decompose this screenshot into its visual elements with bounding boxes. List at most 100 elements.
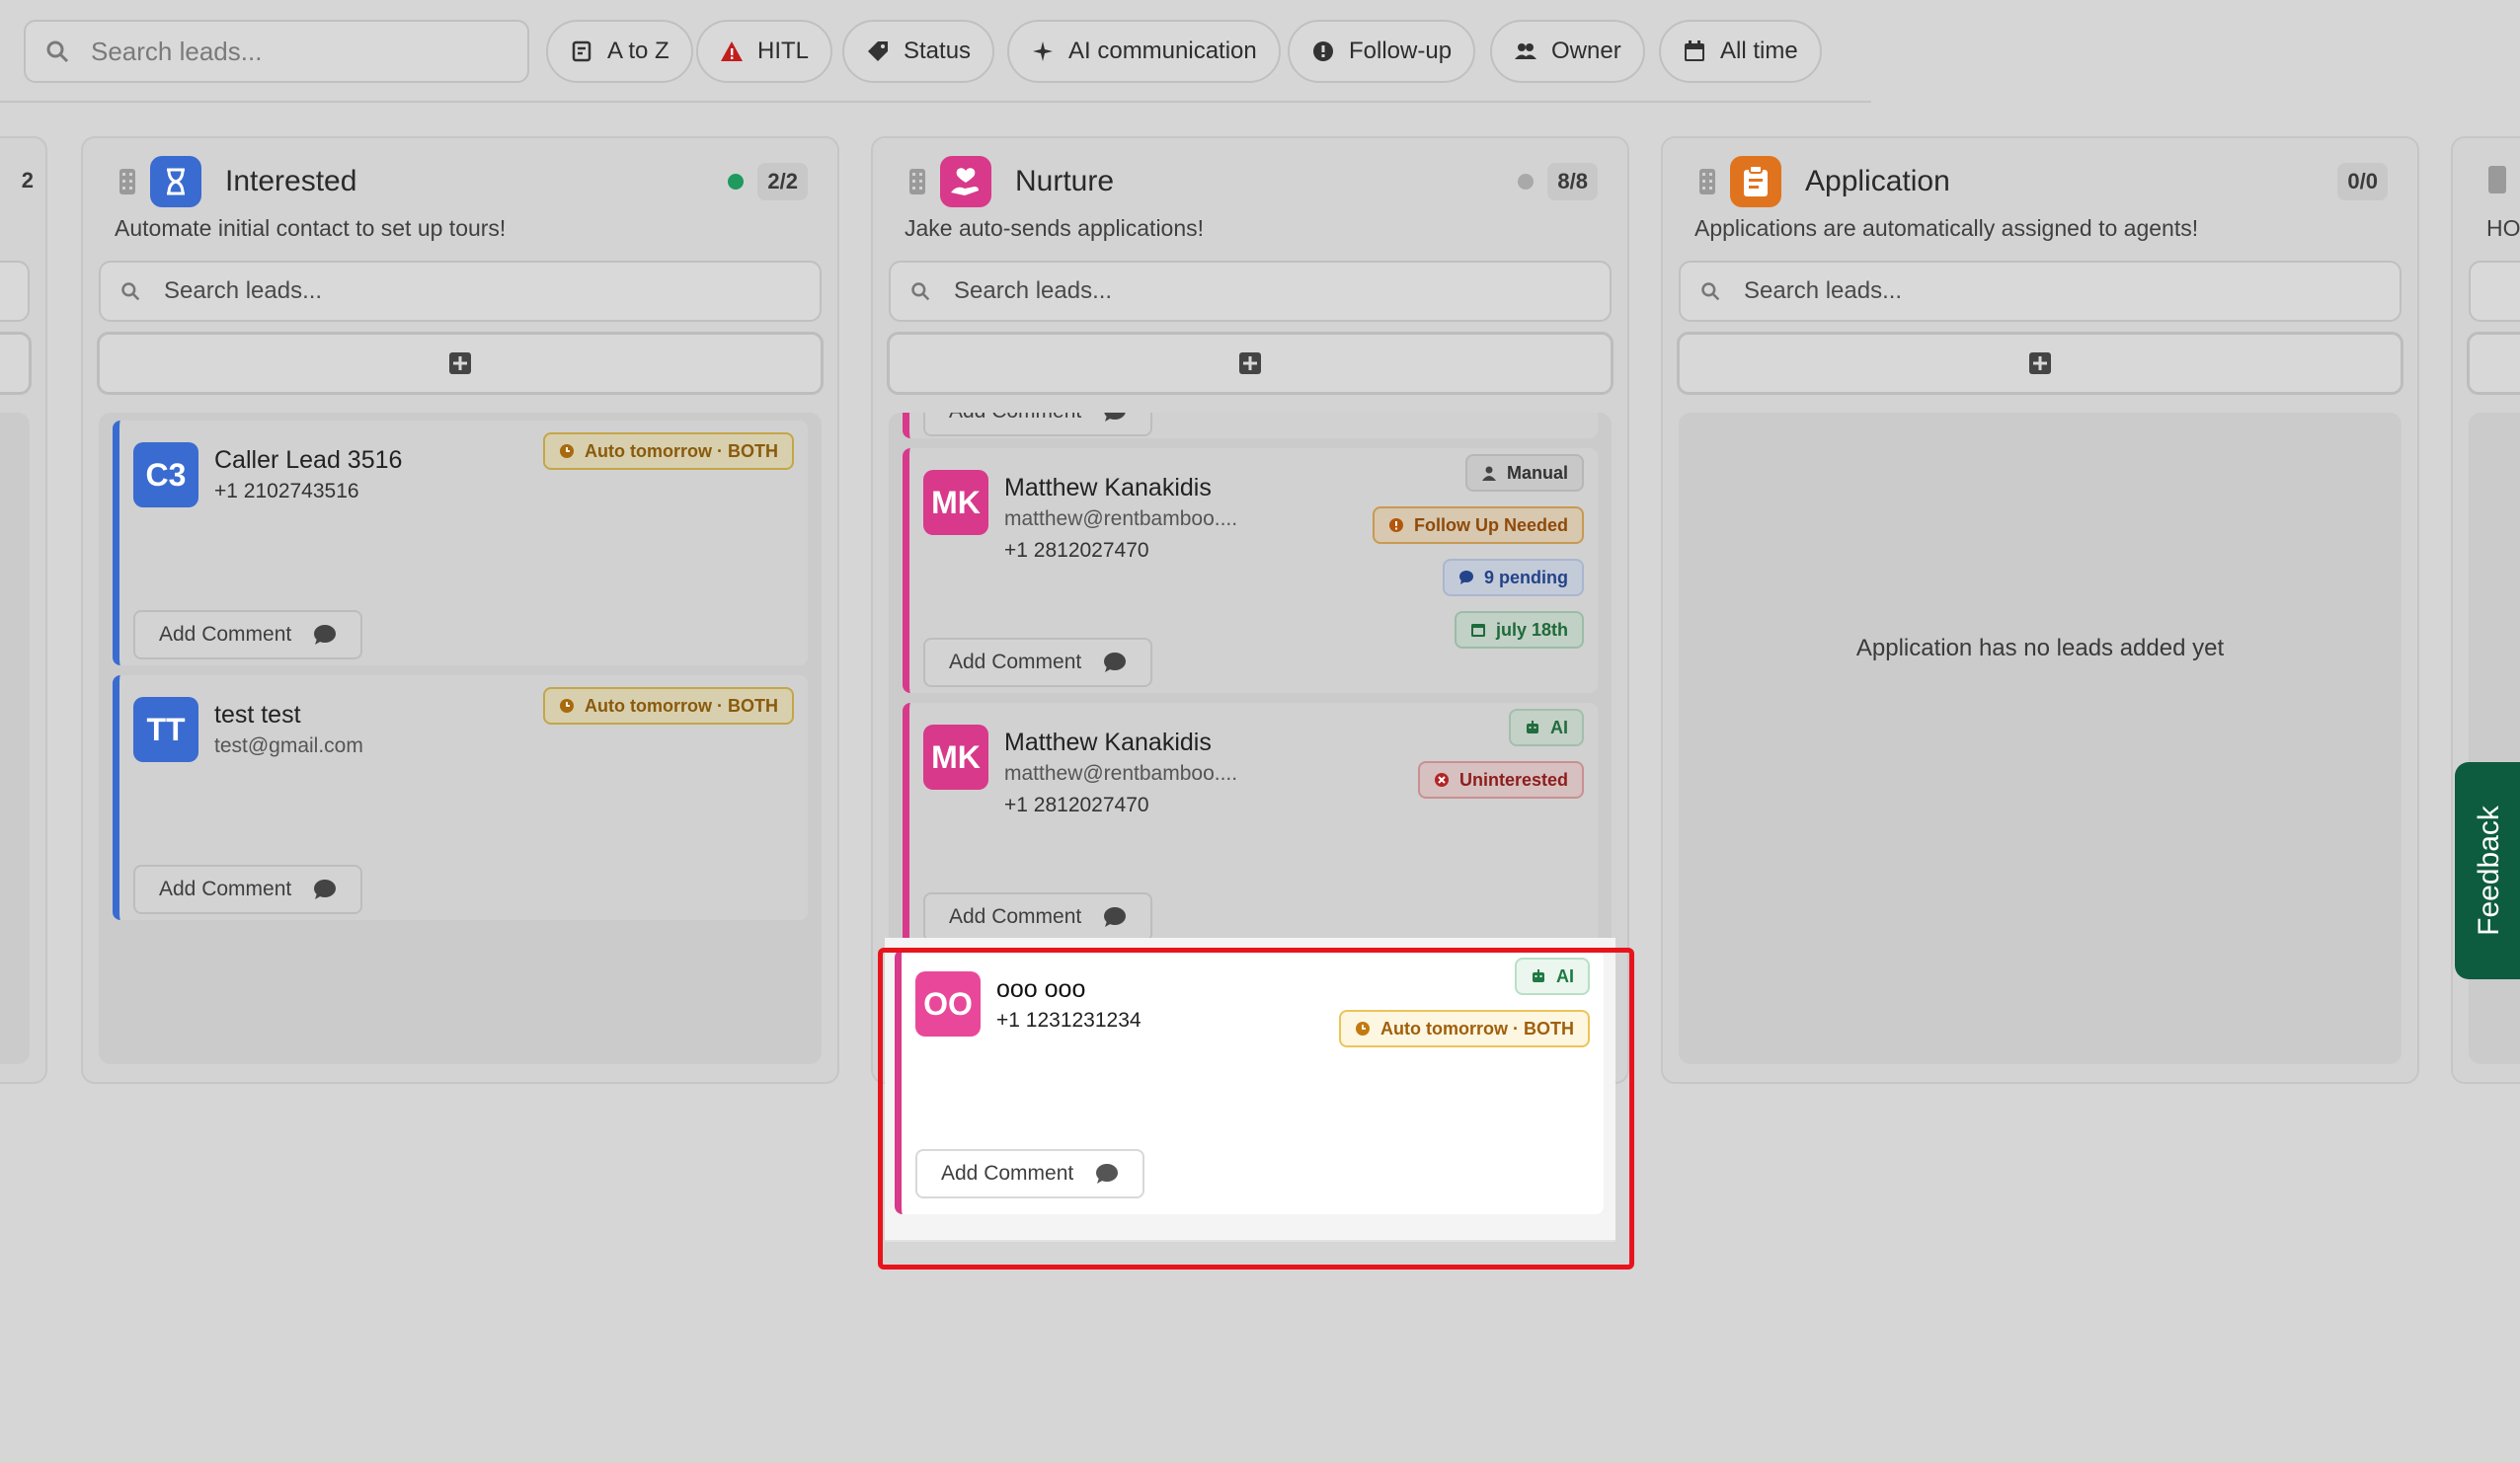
column-next-search[interactable] <box>2469 261 2520 322</box>
feedback-button[interactable]: Feedback <box>2455 762 2520 979</box>
lead-card[interactable]: MK Matthew Kanakidis matthew@rentbamboo.… <box>903 703 1598 948</box>
hitl-chip[interactable]: HITL <box>696 20 833 83</box>
add-lead-button[interactable] <box>97 332 824 395</box>
sparkle-icon <box>1033 41 1053 61</box>
add-comment-button[interactable]: Add Comment <box>133 610 363 659</box>
plus-icon <box>449 352 471 374</box>
clipboard-icon <box>1730 156 1781 207</box>
ai-badge: AI <box>1509 709 1584 746</box>
column-search-placeholder: Search leads... <box>164 277 323 304</box>
drag-handle-icon[interactable] <box>1698 168 1716 195</box>
sort-chip[interactable]: A to Z <box>546 20 693 83</box>
column-search-placeholder: Search leads... <box>954 277 1113 304</box>
add-lead-button[interactable] <box>887 332 1614 395</box>
add-comment-button[interactable]: Add Comment <box>923 638 1153 687</box>
lead-phone: +1 2102743516 <box>214 480 359 502</box>
column-count: 8/8 <box>1547 163 1598 200</box>
column-count: 0/0 <box>2337 163 2388 200</box>
pending-messages-badge: 9 pending <box>1443 559 1584 596</box>
lead-card[interactable]: Add Comment <box>903 413 1598 438</box>
column-previous-search[interactable] <box>0 261 30 322</box>
column-search-input[interactable]: Search leads... <box>99 261 822 322</box>
uninterested-badge-label: Uninterested <box>1458 769 1568 790</box>
comment-icon <box>314 880 337 899</box>
column-title: Application <box>1805 165 1950 197</box>
status-chip-label: Status <box>904 38 972 64</box>
hitl-chip-label: HITL <box>757 38 810 64</box>
comment-icon <box>1104 413 1126 422</box>
column-previous: 2 <box>0 136 47 1084</box>
calendar-icon <box>1685 40 1704 61</box>
lead-email: test@gmail.com <box>214 734 363 757</box>
lead-name: Matthew Kanakidis <box>1004 729 1212 756</box>
drag-handle-icon[interactable] <box>2488 166 2506 193</box>
calendar-icon <box>1470 624 1485 637</box>
lead-card[interactable]: C3 Caller Lead 3516 +1 2102743516 Auto t… <box>113 421 808 665</box>
avatar: MK <box>923 725 988 790</box>
filter-toolbar: Search leads... A to Z HITL Status AI co… <box>0 0 1871 103</box>
manual-badge-label: Manual <box>1506 462 1568 483</box>
column-search-input[interactable]: Search leads... <box>1679 261 2402 322</box>
person-icon <box>1481 466 1496 481</box>
uninterested-badge: Uninterested <box>1417 761 1584 799</box>
column-subtitle: Applications are automatically assigned … <box>1694 215 2199 241</box>
column-search-placeholder: Search leads... <box>1744 277 1903 304</box>
search-icon <box>1701 282 1720 301</box>
lead-phone: +1 2812027470 <box>1004 539 1149 562</box>
column-header: Interested 2/2 <box>118 152 808 211</box>
sort-chip-label: A to Z <box>607 38 669 64</box>
lead-name: Caller Lead 3516 <box>214 446 403 474</box>
tag-icon <box>868 41 888 61</box>
lead-card[interactable]: TT test test test@gmail.com Auto tomorro… <box>113 675 808 920</box>
lead-name: test test <box>214 701 301 729</box>
add-comment-button[interactable]: Add Comment <box>923 413 1153 436</box>
lead-phone: +1 2812027470 <box>1004 794 1149 816</box>
chat-icon <box>1459 571 1473 584</box>
follow-up-needed-badge: Follow Up Needed <box>1372 506 1584 544</box>
add-lead-button[interactable] <box>1677 332 2403 395</box>
date-badge: july 18th <box>1454 611 1584 649</box>
add-comment-label: Add Comment <box>949 413 1081 424</box>
column-title: Nurture <box>1015 165 1115 197</box>
add-comment-button[interactable]: Add Comment <box>133 865 363 914</box>
add-comment-label: Add Comment <box>159 878 292 900</box>
pending-messages-label: 9 pending <box>1484 567 1568 587</box>
comment-icon <box>314 625 337 645</box>
lead-email: matthew@rentbamboo.... <box>1004 507 1238 530</box>
ai-communication-chip[interactable]: AI communication <box>1007 20 1281 83</box>
auto-schedule-badge-label: Auto tomorrow · BOTH <box>585 695 778 716</box>
column-header: Application 0/0 <box>1698 152 2388 211</box>
date-badge-label: july 18th <box>1495 619 1568 640</box>
column-search-input[interactable]: Search leads... <box>889 261 1612 322</box>
search-leads-input[interactable]: Search leads... <box>24 20 529 83</box>
manual-badge: Manual <box>1464 454 1584 492</box>
column-header: Nurture 8/8 <box>908 152 1598 211</box>
lead-card[interactable]: MK Matthew Kanakidis matthew@rentbamboo.… <box>903 448 1598 693</box>
column-title: Interested <box>225 165 357 197</box>
status-chip[interactable]: Status <box>842 20 995 83</box>
column-subtitle: Jake auto-sends applications! <box>905 215 1205 241</box>
follow-up-chip[interactable]: Follow-up <box>1288 20 1476 83</box>
highlight-frame <box>878 948 1634 1270</box>
column-body: C3 Caller Lead 3516 +1 2102743516 Auto t… <box>99 413 822 1064</box>
drag-handle-icon[interactable] <box>908 168 926 195</box>
add-comment-label: Add Comment <box>159 623 292 646</box>
column-previous-count: 2 <box>21 168 34 192</box>
feedback-label: Feedback <box>2473 806 2505 936</box>
avatar: TT <box>133 697 198 762</box>
column-application: Application 0/0 Applications are automat… <box>1661 136 2419 1084</box>
column-subtitle: Automate initial contact to set up tours… <box>115 215 507 241</box>
comment-icon <box>1104 907 1127 927</box>
avatar: MK <box>923 470 988 535</box>
owner-chip[interactable]: Owner <box>1490 20 1645 83</box>
column-previous-add[interactable] <box>0 332 32 395</box>
time-range-chip[interactable]: All time <box>1659 20 1822 83</box>
drag-handle-icon[interactable] <box>118 168 136 195</box>
ai-communication-chip-label: AI communication <box>1068 38 1257 64</box>
column-next-add[interactable] <box>2467 332 2520 395</box>
add-comment-button[interactable]: Add Comment <box>923 892 1153 942</box>
add-comment-label: Add Comment <box>949 651 1082 673</box>
inactive-status-dot <box>1518 174 1535 190</box>
comment-icon <box>1104 653 1127 672</box>
search-icon <box>46 40 69 63</box>
